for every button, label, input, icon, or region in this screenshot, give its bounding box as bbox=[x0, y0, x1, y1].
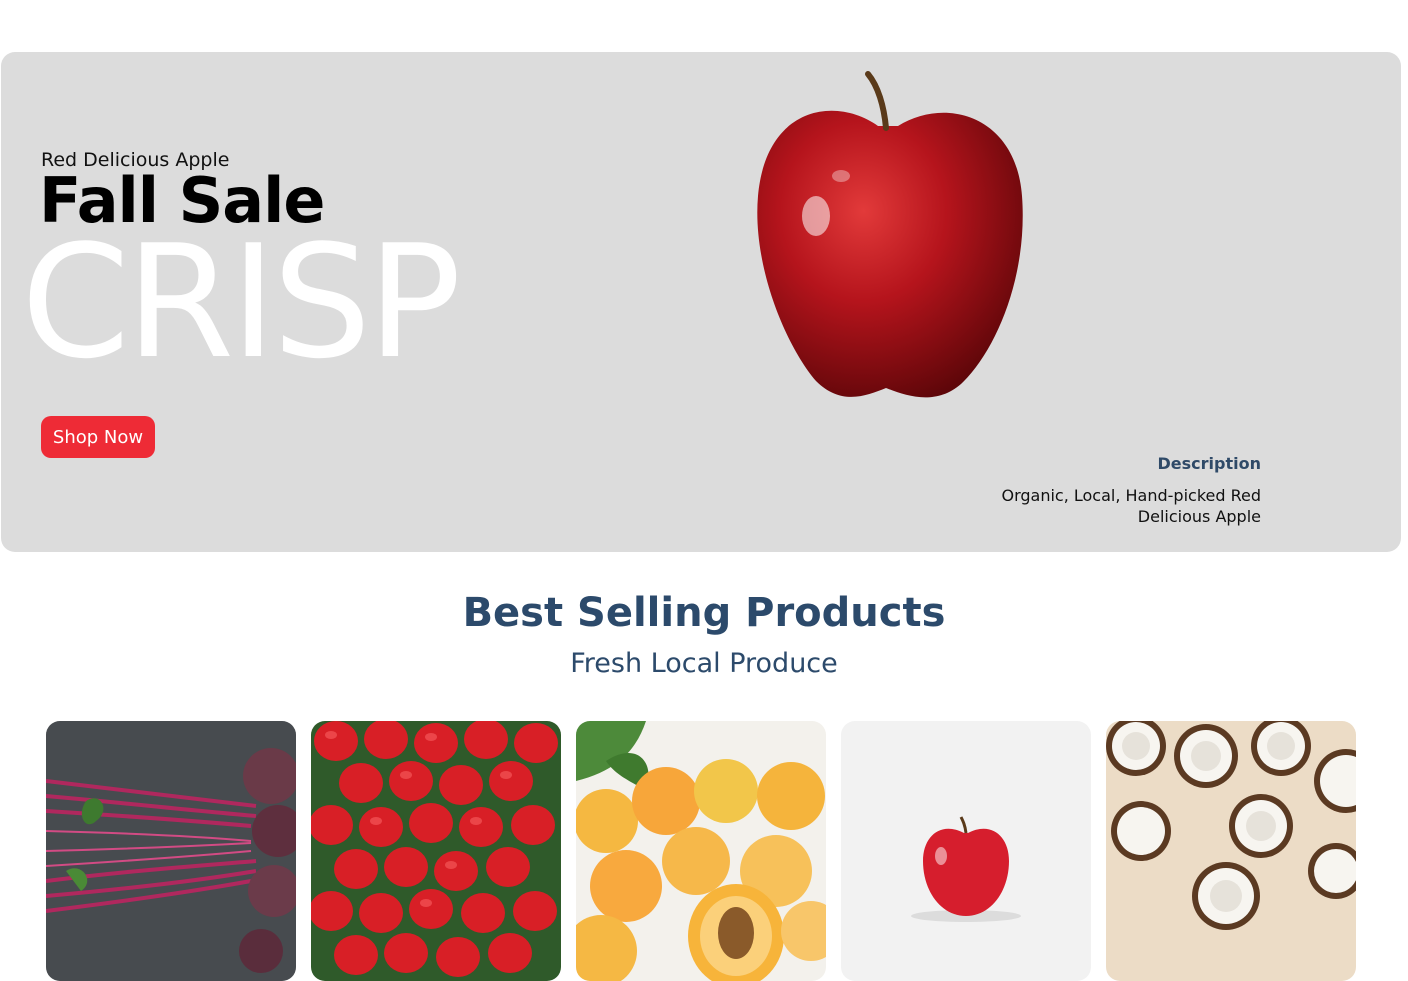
product-card-coconuts[interactable] bbox=[1106, 721, 1356, 981]
hero-big-word: CRISP bbox=[21, 211, 461, 393]
strawberries-image bbox=[311, 721, 561, 981]
coconuts-image bbox=[1106, 721, 1356, 981]
apple-image bbox=[841, 721, 1091, 981]
product-card-apricots[interactable] bbox=[576, 721, 826, 981]
product-card-beets[interactable] bbox=[46, 721, 296, 981]
hero-banner: Red Delicious Apple Fall Sale CRISP Shop… bbox=[1, 52, 1401, 552]
product-card-strawberries[interactable] bbox=[311, 721, 561, 981]
description-heading: Description bbox=[1157, 454, 1261, 473]
beets-image bbox=[46, 721, 296, 981]
hero-apple-image bbox=[757, 71, 1023, 398]
product-card-apple[interactable] bbox=[841, 721, 1091, 981]
section-subtitle: Fresh Local Produce bbox=[570, 648, 838, 679]
shop-now-button[interactable]: Shop Now bbox=[41, 416, 155, 458]
apricots-image bbox=[576, 721, 826, 981]
description-text: Organic, Local, Hand-picked Red Deliciou… bbox=[1001, 486, 1261, 526]
section-title: Best Selling Products bbox=[462, 590, 946, 636]
